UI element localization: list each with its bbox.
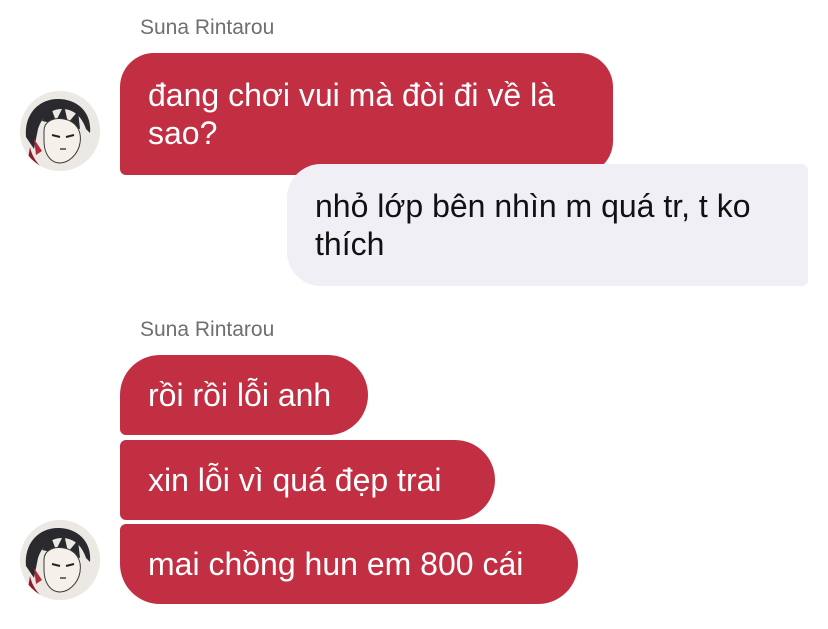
avatar-icon [20, 91, 100, 171]
message-text: nhỏ lớp bên nhìn m quá tr, t ko thích [315, 188, 751, 262]
message-text: rồi rồi lỗi anh [148, 377, 332, 413]
message-bubble-incoming[interactable]: mai chồng hun em 800 cái [120, 524, 578, 604]
avatar[interactable] [20, 91, 100, 171]
message-bubble-incoming[interactable]: xin lỗi vì quá đẹp trai [120, 440, 495, 520]
avatar[interactable] [20, 520, 100, 600]
sender-name: Suna Rintarou [140, 318, 275, 341]
message-bubble-outgoing[interactable]: nhỏ lớp bên nhìn m quá tr, t ko thích [287, 164, 808, 286]
avatar-icon [20, 520, 100, 600]
message-text: mai chồng hun em 800 cái [148, 546, 524, 582]
message-bubble-incoming[interactable]: rồi rồi lỗi anh [120, 355, 368, 435]
message-text: đang chơi vui mà đòi đi về là sao? [148, 77, 555, 151]
message-bubble-incoming[interactable]: đang chơi vui mà đòi đi về là sao? [120, 53, 613, 175]
message-text: xin lỗi vì quá đẹp trai [148, 462, 442, 498]
sender-name: Suna Rintarou [140, 16, 275, 39]
